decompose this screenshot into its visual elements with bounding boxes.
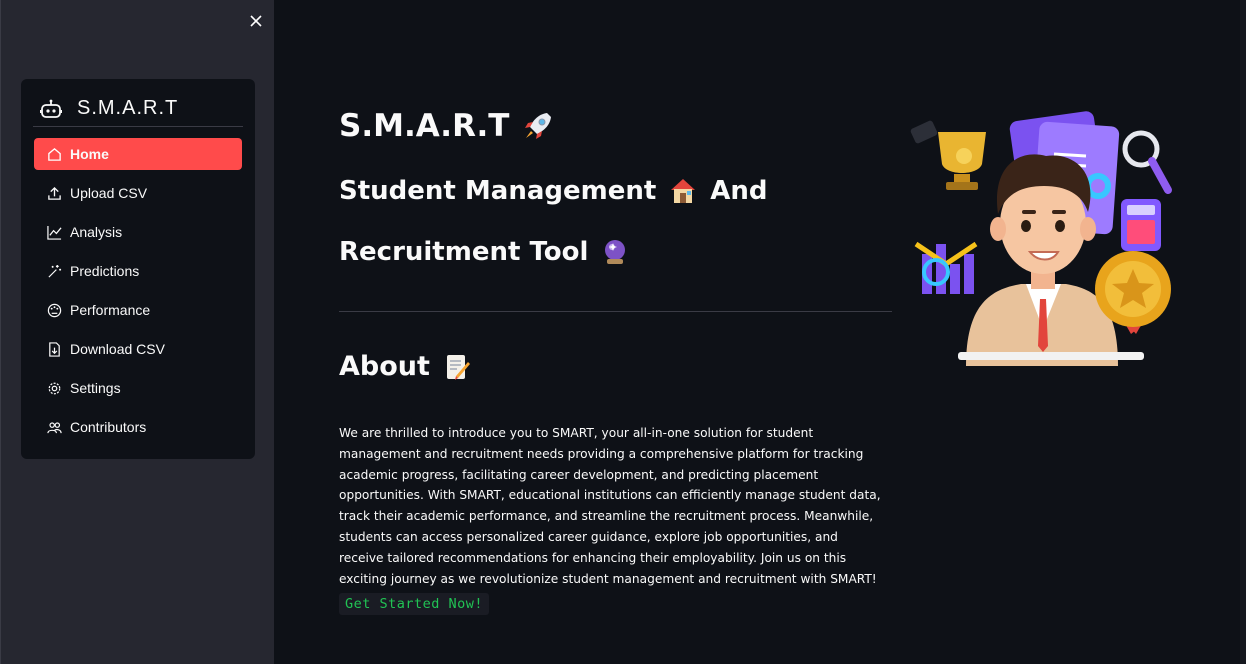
sidebar: S.M.A.R.T Home Upload CSV Analysis Predi… bbox=[0, 0, 274, 664]
section-divider bbox=[339, 311, 892, 312]
magic-wand-icon bbox=[46, 263, 62, 279]
sidebar-item-label: Contributors bbox=[70, 419, 147, 435]
palette-gauge-icon bbox=[46, 302, 62, 318]
navigation-menu: S.M.A.R.T Home Upload CSV Analysis Predi… bbox=[21, 79, 255, 459]
get-started-button[interactable]: Get Started Now! bbox=[339, 593, 490, 615]
sidebar-item-label: Predictions bbox=[70, 263, 140, 279]
subtitle-text: Student Management bbox=[339, 176, 657, 206]
people-icon bbox=[46, 419, 62, 435]
sidebar-item-label: Download CSV bbox=[70, 341, 165, 357]
sidebar-item-home[interactable]: Home bbox=[34, 138, 242, 170]
chart-line-icon bbox=[46, 224, 62, 240]
rocket-icon bbox=[521, 109, 555, 143]
sidebar-item-label: Settings bbox=[70, 380, 121, 396]
crystal-ball-icon bbox=[600, 237, 630, 267]
memo-icon bbox=[442, 352, 472, 382]
sidebar-item-performance[interactable]: Performance bbox=[34, 294, 242, 326]
about-heading-text: About bbox=[339, 351, 430, 382]
sidebar-item-label: Performance bbox=[70, 302, 151, 318]
home-icon bbox=[46, 146, 62, 162]
sidebar-item-label: Analysis bbox=[70, 224, 123, 240]
gear-icon bbox=[46, 380, 62, 396]
main-content: S.M.A.R.T Student Management And Recruit… bbox=[274, 0, 1246, 664]
scrollbar[interactable] bbox=[1240, 0, 1246, 664]
menu-items: Home Upload CSV Analysis Predictions Per… bbox=[34, 138, 242, 450]
house-icon bbox=[668, 176, 698, 206]
subtitle-line-2: Recruitment Tool bbox=[339, 237, 630, 267]
sidebar-item-label: Upload CSV bbox=[70, 185, 148, 201]
sidebar-item-upload-csv[interactable]: Upload CSV bbox=[34, 177, 242, 209]
student-illustration bbox=[910, 111, 1172, 366]
subtitle-line-1: Student Management And bbox=[339, 176, 768, 206]
subtitle-text: Recruitment Tool bbox=[339, 237, 589, 267]
sidebar-item-label: Home bbox=[70, 146, 109, 162]
upload-icon bbox=[46, 185, 62, 201]
sidebar-item-download-csv[interactable]: Download CSV bbox=[34, 333, 242, 365]
sidebar-item-settings[interactable]: Settings bbox=[34, 372, 242, 404]
sidebar-item-analysis[interactable]: Analysis bbox=[34, 216, 242, 248]
menu-title: S.M.A.R.T bbox=[77, 97, 179, 119]
close-icon bbox=[250, 15, 262, 27]
menu-header: S.M.A.R.T bbox=[33, 91, 243, 127]
about-heading: About bbox=[339, 351, 472, 382]
subtitle-suffix: And bbox=[710, 176, 768, 206]
page-title-text: S.M.A.R.T bbox=[339, 108, 510, 144]
robot-icon bbox=[33, 94, 69, 124]
file-download-icon bbox=[46, 341, 62, 357]
page-title: S.M.A.R.T bbox=[339, 108, 555, 144]
about-paragraph: We are thrilled to introduce you to SMAR… bbox=[339, 426, 881, 586]
sidebar-item-contributors[interactable]: Contributors bbox=[34, 411, 242, 443]
close-sidebar-button[interactable] bbox=[245, 10, 267, 32]
sidebar-item-predictions[interactable]: Predictions bbox=[34, 255, 242, 287]
